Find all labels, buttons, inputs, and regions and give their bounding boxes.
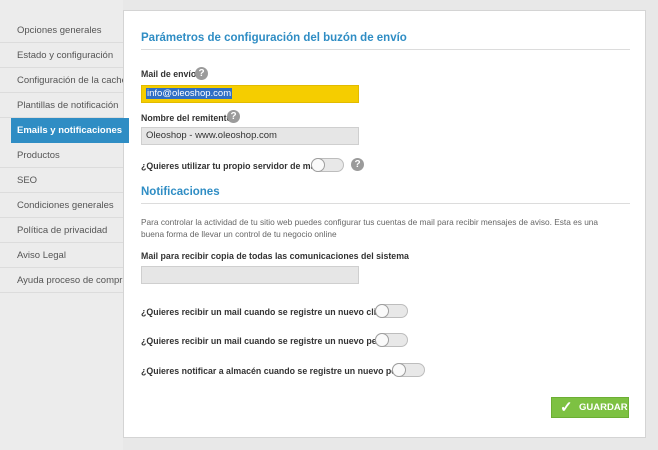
warehouse-toggle[interactable]	[392, 363, 425, 377]
sidebar-item-emails-notificaciones[interactable]: Emails y notificaciones	[11, 118, 129, 143]
help-icon[interactable]: ?	[195, 67, 208, 80]
settings-panel: Parámetros de configuración del buzón de…	[123, 10, 646, 438]
sidebar-item-productos[interactable]: Productos	[0, 143, 123, 168]
toggle-knob	[375, 333, 389, 347]
copy-mail-input[interactable]	[141, 266, 359, 284]
own-server-label: ¿Quieres utilizar tu propio servidor de …	[141, 161, 326, 171]
section-divider	[141, 49, 630, 50]
sidebar-item-plantillas-notificacion[interactable]: Plantillas de notificación	[0, 93, 123, 118]
mail-from-value: info@oleoshop.com	[146, 88, 233, 99]
new-order-toggle[interactable]	[375, 333, 408, 347]
help-icon[interactable]: ?	[227, 110, 240, 123]
new-client-toggle[interactable]	[375, 304, 408, 318]
notifications-section-title: Notificaciones	[141, 186, 220, 198]
sidebar-item-aviso-legal[interactable]: Aviso Legal	[0, 243, 123, 268]
sidebar-item-opciones-generales[interactable]: Opciones generales	[0, 18, 123, 43]
settings-sidebar: Opciones generales Estado y configuració…	[0, 0, 129, 450]
toggle-knob	[375, 304, 389, 318]
mail-from-label: Mail de envío	[141, 69, 197, 79]
notifications-description: Para controlar la actividad de tu sitio …	[141, 217, 599, 239]
warehouse-label: ¿Quieres notificar a almacén cuando se r…	[141, 366, 421, 376]
copy-mail-label: Mail para recibir copia de todas las com…	[141, 251, 409, 261]
mail-from-input[interactable]: info@oleoshop.com	[141, 85, 359, 103]
save-button-label: GUARDAR	[579, 402, 628, 413]
sender-name-label: Nombre del remitente	[141, 113, 232, 123]
sidebar-item-configuracion-cache[interactable]: Configuración de la caché	[0, 68, 123, 93]
sidebar-item-estado-configuracion[interactable]: Estado y configuración	[0, 43, 123, 68]
new-client-label: ¿Quieres recibir un mail cuando se regis…	[141, 307, 400, 317]
toggle-knob	[311, 158, 325, 172]
sidebar-item-ayuda-compra[interactable]: Ayuda proceso de compra	[0, 268, 123, 293]
sender-name-input[interactable]: Oleoshop - www.oleoshop.com	[141, 127, 359, 145]
mailbox-section-title: Parámetros de configuración del buzón de…	[141, 32, 407, 44]
check-icon: ✓	[560, 399, 573, 416]
own-server-toggle[interactable]	[311, 158, 344, 172]
save-button[interactable]: ✓ GUARDAR	[551, 397, 629, 418]
toggle-knob	[392, 363, 406, 377]
sidebar-item-seo[interactable]: SEO	[0, 168, 123, 193]
help-icon[interactable]: ?	[351, 158, 364, 171]
sidebar-item-politica-privacidad[interactable]: Política de privacidad	[0, 218, 123, 243]
new-order-label: ¿Quieres recibir un mail cuando se regis…	[141, 336, 401, 346]
section-divider	[141, 203, 630, 204]
sidebar-item-condiciones-generales[interactable]: Condiciones generales	[0, 193, 123, 218]
